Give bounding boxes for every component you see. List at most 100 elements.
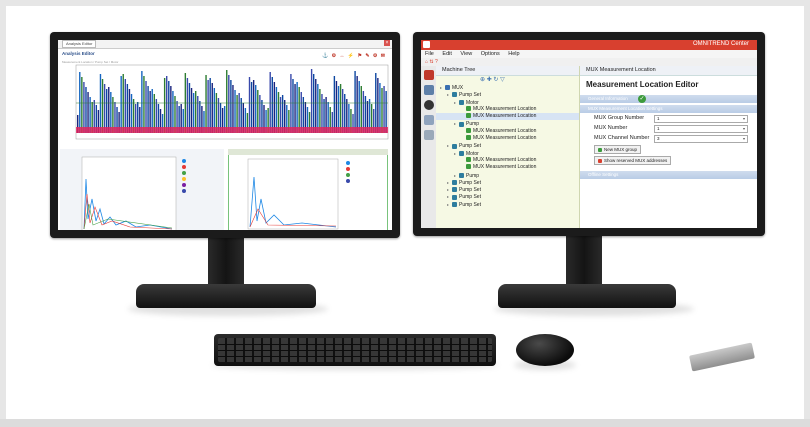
module-icon-users[interactable] <box>423 115 434 125</box>
tree-node-label: Motor <box>466 150 479 157</box>
menu-options[interactable]: Options <box>481 51 500 57</box>
field-row: MUX Channel Number 3 ▾ <box>580 133 757 143</box>
search-icon[interactable]: ⊕ <box>480 77 485 83</box>
mux-number-label: MUX Number <box>594 125 628 131</box>
tree-node[interactable]: MUX Measurement Location <box>436 164 579 171</box>
tree-node-label: Pump Set <box>459 187 481 194</box>
menu-help[interactable]: Help <box>508 51 519 57</box>
trend-bar <box>81 77 83 133</box>
menu-view[interactable]: View <box>460 51 472 57</box>
tree-node[interactable]: ▸ Pump <box>436 120 579 127</box>
measurement-location-icon <box>466 106 471 112</box>
trend-bar <box>337 86 340 133</box>
transfer-icon[interactable]: ⇅ <box>429 59 433 65</box>
trend-bar <box>298 87 300 133</box>
section-general[interactable]: General Information ✓ <box>580 95 757 103</box>
tree-node[interactable]: ▸ Pump <box>436 172 579 179</box>
help-icon[interactable]: ? <box>435 59 438 65</box>
section-offline-settings[interactable]: Offline Settings <box>580 171 757 179</box>
mux-channel-number-select[interactable]: 3 ▾ <box>654 135 748 143</box>
machine-icon <box>452 143 457 149</box>
tree-node-label: MUX Measurement Location <box>473 135 537 142</box>
tree-node[interactable]: MUX Measurement Location <box>436 135 579 142</box>
trend-bar <box>319 89 321 133</box>
tab-machine-tree[interactable]: Machine Tree <box>436 66 579 76</box>
tree-node[interactable]: ▸ Pump Set <box>436 201 579 208</box>
trend-bar <box>341 89 344 133</box>
module-icon-disk[interactable] <box>423 100 434 110</box>
trend-bar <box>335 81 338 133</box>
breadcrumb: Measurement Location / Pump Set / Motor <box>62 60 119 64</box>
menu-bar: File Edit View Options Help <box>421 50 757 58</box>
tree-node-label: MUX Measurement Location <box>473 105 537 112</box>
module-icon-settings[interactable] <box>423 130 434 140</box>
tree-node[interactable]: ▸ Motor <box>436 150 579 157</box>
app-logo-icon <box>423 41 430 48</box>
trend-bar <box>360 86 362 133</box>
tree-node[interactable]: MUX Measurement Location <box>436 113 579 121</box>
trend-chart[interactable] <box>58 63 392 149</box>
menu-file[interactable]: File <box>425 51 434 57</box>
tree-node-label: Pump <box>466 121 480 128</box>
tab-analysis-editor[interactable]: Analysis Editor <box>62 40 97 48</box>
menu-edit[interactable]: Edit <box>442 51 451 57</box>
trend-bar <box>230 80 232 133</box>
trend-bar <box>381 88 383 133</box>
trend-bar <box>170 86 172 133</box>
tree-node-label: MUX Measurement Location <box>473 127 537 134</box>
analysis-toolbar-icons[interactable]: ⚓ ⚙ ↔ ⚡ ⚑ ✎ ⚙ ✉ <box>322 51 386 61</box>
section-mux-label: MUX Measurement Location Settings <box>588 106 663 111</box>
key-row-divider <box>218 356 492 357</box>
tree-node[interactable]: ▸ Motor <box>436 99 579 106</box>
trend-bar <box>383 86 385 133</box>
tree-node[interactable]: ▸ Pump Set <box>436 142 579 149</box>
measurement-location-icon <box>466 164 471 170</box>
trend-bar <box>151 89 153 133</box>
spectrum-chart-left[interactable] <box>60 149 224 230</box>
module-icon-machine[interactable] <box>423 85 434 95</box>
trend-bar <box>385 91 387 133</box>
tab-mux-measurement-location[interactable]: MUX Measurement Location <box>580 66 757 76</box>
trend-bar <box>149 91 151 133</box>
trend-bar <box>294 84 296 133</box>
show-reserved-mux-button[interactable]: Show reserved MUX addresses <box>594 156 672 165</box>
measurement-location-icon <box>466 135 471 141</box>
home-icon[interactable]: ⌂ <box>425 59 428 65</box>
mux-number-select[interactable]: 1 ▾ <box>654 125 748 133</box>
right-screen: OMNITREND Center File Edit View Options … <box>421 40 757 228</box>
refresh-icon[interactable]: ↻ <box>493 77 498 83</box>
tree-node[interactable]: ▸ MUX <box>436 84 579 91</box>
mux-group-number-select[interactable]: 1 ▾ <box>654 115 748 123</box>
close-icon[interactable]: × <box>384 40 390 46</box>
tree-node[interactable]: ▸ Pump Set <box>436 186 579 193</box>
tree-node[interactable]: MUX Measurement Location <box>436 157 579 164</box>
module-icon-red[interactable] <box>423 70 434 80</box>
tree-node-label: Pump Set <box>459 194 481 201</box>
trend-bar <box>273 82 276 133</box>
tree-node-label: MUX Measurement Location <box>473 113 537 120</box>
trend-bar <box>300 92 302 133</box>
trend-bar <box>356 76 358 133</box>
tree-node[interactable]: MUX Measurement Location <box>436 106 579 113</box>
tree-node[interactable]: ▸ Pump Set <box>436 193 579 200</box>
chevron-down-icon: ▾ <box>742 126 745 131</box>
section-mux-settings[interactable]: MUX Measurement Location Settings <box>580 105 757 113</box>
chevron-down-icon: ▾ <box>742 136 745 141</box>
new-mux-group-button[interactable]: New MUX group <box>594 145 642 154</box>
tree-list: ▸ MUX ▸ Pump Set ▸ Motor MUX Measurement Locat… <box>436 84 579 208</box>
tree-node[interactable]: MUX Measurement Location <box>436 128 579 135</box>
tree-node-label: MUX <box>452 85 464 91</box>
filter-icon[interactable]: ▽ <box>500 77 505 83</box>
tree-node[interactable]: ▸ Pump Set <box>436 179 579 186</box>
trend-alarm-band <box>76 127 388 133</box>
trend-bar <box>317 84 319 133</box>
trend-bar <box>163 78 166 133</box>
tree-toolbar: ⊕ ✚ ↻ ▽ <box>436 76 579 84</box>
right-monitor: OMNITREND Center File Edit View Options … <box>413 32 765 236</box>
machine-icon <box>459 121 464 127</box>
spectrum-chart-right[interactable] <box>228 149 388 230</box>
trend-bar <box>232 85 234 133</box>
trend-bar <box>186 78 189 133</box>
tree-node[interactable]: ▸ Pump Set <box>436 91 579 98</box>
add-icon[interactable]: ✚ <box>487 77 492 83</box>
